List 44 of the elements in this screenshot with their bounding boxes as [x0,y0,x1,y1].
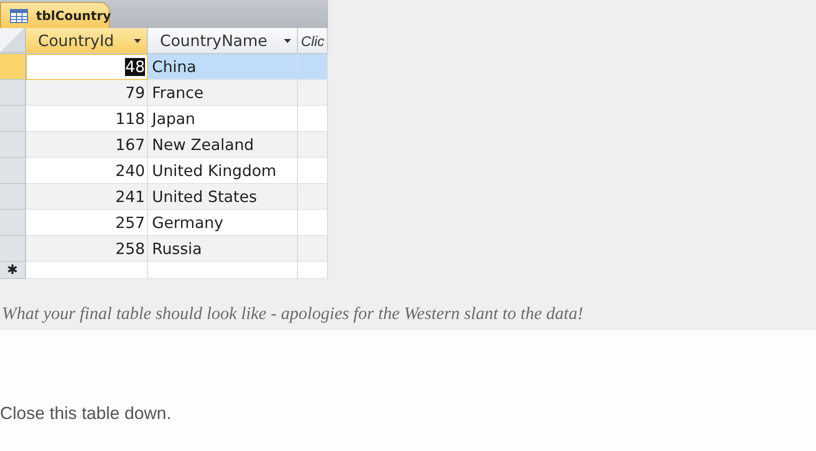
column-header[interactable]: CountryId [26,28,148,53]
dropdown-arrow-icon[interactable] [134,38,141,42]
table-icon [10,8,28,22]
table-cell: United States [148,184,298,210]
table-cell: 79 [26,80,148,106]
table-cell [298,106,328,132]
table-cell: Russia [148,236,298,262]
column-header[interactable]: Clic [298,28,328,53]
figure-caption: What your final table should look like - apologies for the Western slant to the data! [1,303,584,324]
row-selector[interactable] [0,80,26,106]
table-cell [298,80,328,106]
table-cell: 241 [26,184,148,210]
table-cell: Germany [148,210,298,236]
row-selector[interactable] [0,132,26,158]
table-cell: Japan [148,106,298,132]
row-selector[interactable] [0,54,26,80]
new-record-marker: ✱ [0,262,26,279]
table-cell [298,184,328,210]
table-cell: 118 [26,106,148,132]
table-cell: 257 [26,210,148,236]
table-cell: 167 [26,132,148,158]
row-selector[interactable] [0,184,26,210]
table-cell [298,210,328,236]
table-tab[interactable]: tblCountry [0,2,110,28]
select-all-corner[interactable] [0,28,26,53]
dropdown-arrow-icon[interactable] [284,38,291,42]
table-cell [298,132,328,158]
column-header[interactable]: CountryName [148,28,298,53]
table-cell: 258 [26,236,148,262]
row-selector[interactable] [0,210,26,236]
table-cell [298,54,328,80]
table-cell: France [148,80,298,106]
table-cell: 48 [26,54,148,80]
table-cell [298,158,328,184]
table-cell [298,262,328,279]
row-selector[interactable] [0,106,26,132]
table-cell: China [148,54,298,80]
table-cell [298,236,328,262]
table-cell: New Zealand [148,132,298,158]
table-cell: 240 [26,158,148,184]
row-selector[interactable] [0,236,26,262]
row-selector[interactable] [0,158,26,184]
instruction-text: Close this table down. [0,403,172,424]
table-cell: United Kingdom [148,158,298,184]
